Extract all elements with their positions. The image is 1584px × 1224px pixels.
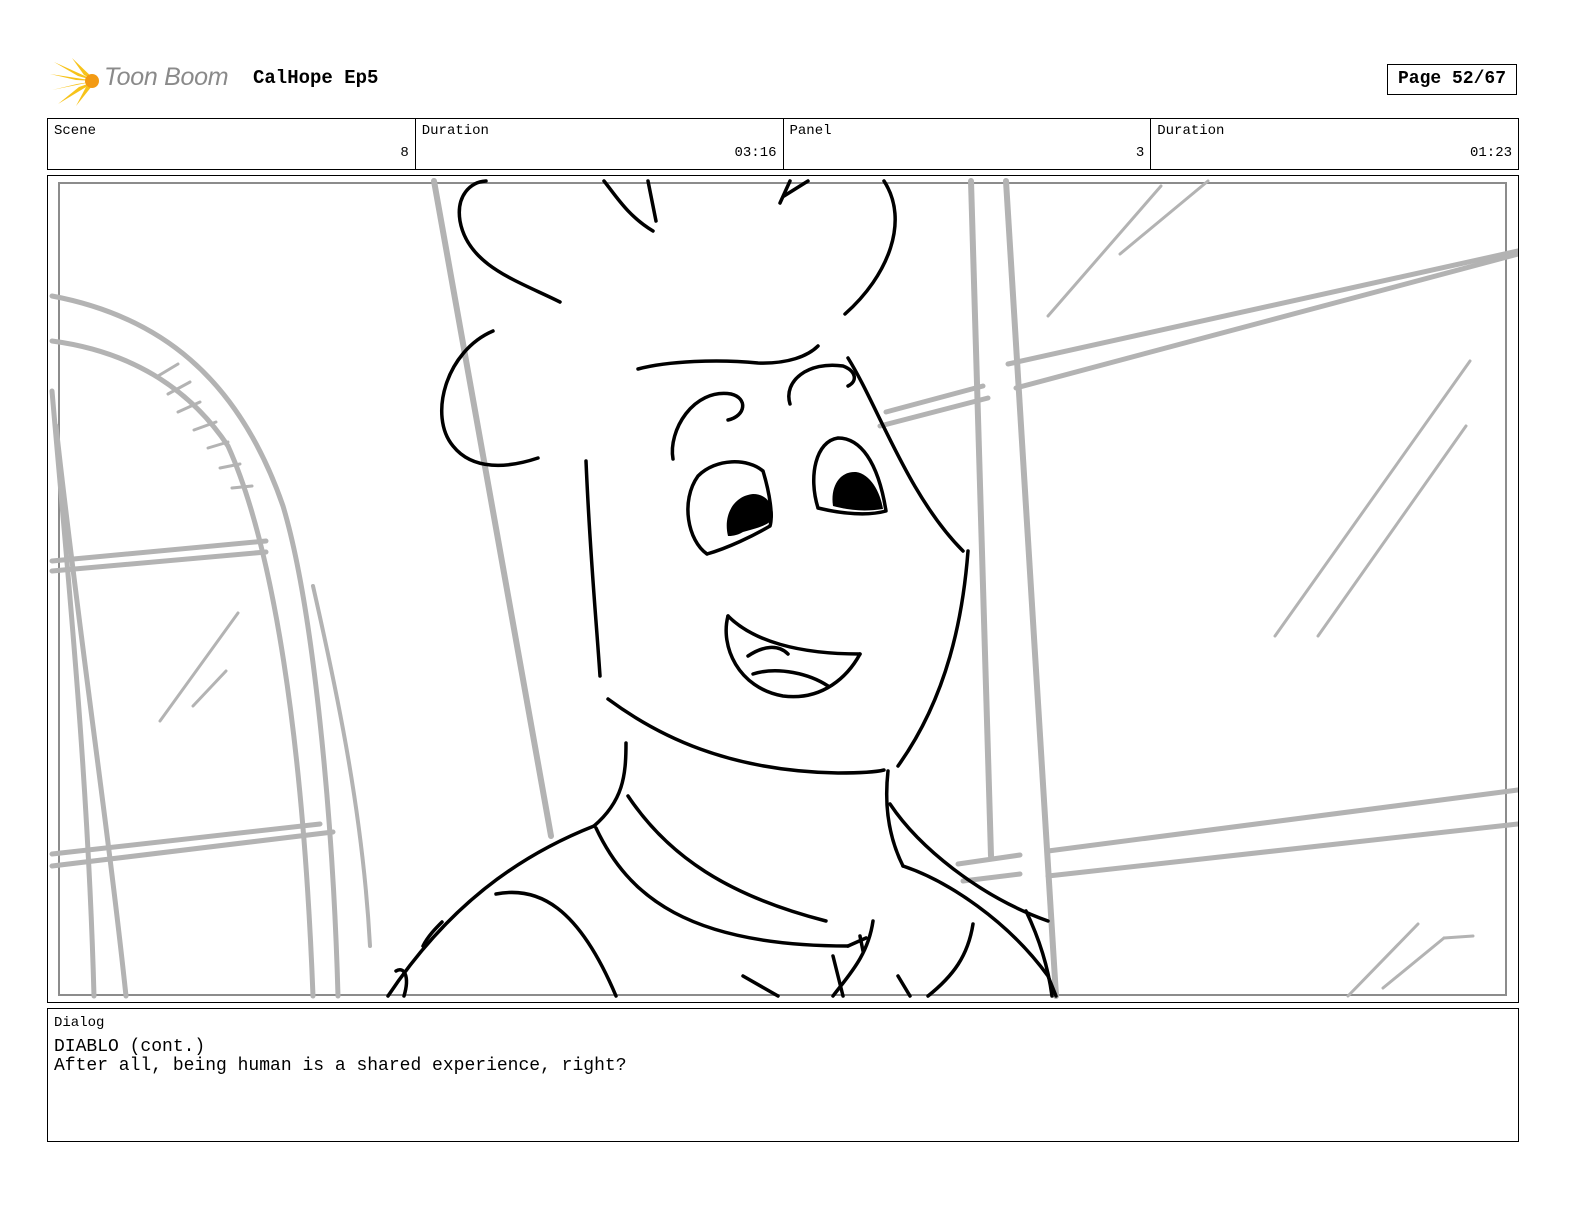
scene-duration-cell: Duration 03:16 [416,119,784,169]
scene-value: 8 [400,145,409,161]
starburst-icon [50,58,99,106]
dialog-box: Dialog DIABLO (cont.) After all, being h… [47,1008,1519,1142]
background-sketch [49,178,1518,999]
panel-duration-label: Duration [1157,123,1225,139]
storyboard-panel [47,175,1519,1003]
dialog-speaker: DIABLO (cont.) [54,1037,206,1057]
panel-sketch [49,178,1518,999]
panel-duration-cell: Duration 01:23 [1151,119,1518,169]
logo-text: Toon Boom [104,63,229,91]
page-number: Page 52/67 [1387,64,1517,95]
scene-duration-label: Duration [421,123,489,139]
panel-label: Panel [789,123,832,139]
project-title: CalHope Ep5 [253,67,379,89]
panel-cell: Panel 3 [784,119,1152,169]
panel-info-bar: Scene 8 Duration 03:16 Panel 3 Duration … [47,118,1519,170]
scene-label: Scene [54,123,97,139]
scene-cell: Scene 8 [48,119,416,169]
character-eyes [726,471,883,536]
toon-boom-logo: Toon Boom [50,54,240,108]
dialog-line: After all, being human is a shared exper… [54,1056,627,1076]
character-sketch [386,179,1058,998]
dialog-label: Dialog [54,1015,105,1031]
panel-duration-value: 01:23 [1469,145,1512,161]
panel-value: 3 [1135,145,1145,161]
scene-duration-value: 03:16 [734,145,777,161]
